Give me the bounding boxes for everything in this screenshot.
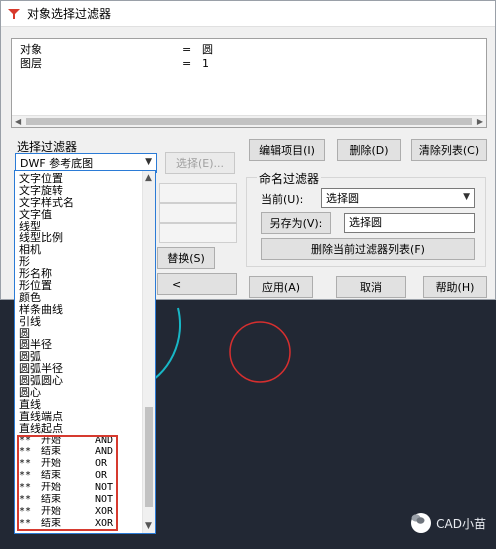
dropdown-item[interactable]: 样条曲线 <box>15 304 143 316</box>
z-value-field[interactable] <box>159 223 237 243</box>
scroll-left-icon[interactable]: ◀ <box>15 116 21 128</box>
dropdown-item[interactable]: 圆半径 <box>15 339 143 351</box>
dropdown-item[interactable]: 文字旋转 <box>15 185 143 197</box>
dropdown-item[interactable]: 圆弧 <box>15 351 143 363</box>
dropdown-item[interactable]: 相机 <box>15 244 143 256</box>
scroll-up-icon[interactable]: ▲ <box>145 173 152 183</box>
chevron-down-icon[interactable]: ▼ <box>145 157 152 167</box>
dropdown-item[interactable]: 圆心 <box>15 387 143 399</box>
edit-item-button[interactable]: 编辑项目(I) <box>249 139 325 161</box>
dropdown-item[interactable]: 直线端点 <box>15 411 143 423</box>
help-button[interactable]: 帮助(H) <box>423 276 487 298</box>
scroll-right-icon[interactable]: ▶ <box>477 116 483 128</box>
dropdown-item[interactable]: 颜色 <box>15 292 143 304</box>
current-filter-combo[interactable]: 选择圆 ▼ <box>321 188 475 208</box>
dropdown-item[interactable]: 直线 <box>15 399 143 411</box>
filter-row[interactable]: 对象 = 圆 <box>12 43 486 57</box>
filter-row[interactable]: 图层 = 1 <box>12 57 486 71</box>
dropdown-item[interactable]: 形名称 <box>15 268 143 280</box>
save-as-name-input[interactable]: 选择圆 <box>344 213 475 233</box>
named-filter-label: 命名过滤器 <box>257 170 322 187</box>
dropdown-item[interactable]: 引线 <box>15 316 143 328</box>
scroll-thumb[interactable] <box>26 118 472 125</box>
clear-list-button[interactable]: 清除列表(C) <box>411 139 487 161</box>
horizontal-scrollbar[interactable]: ◀ ▶ <box>12 115 486 127</box>
scroll-down-icon[interactable]: ▼ <box>145 521 152 531</box>
dropdown-item[interactable]: 圆弧半径 <box>15 363 143 375</box>
add-to-list-button[interactable]: < <box>157 273 237 295</box>
red-circle <box>229 321 291 383</box>
chevron-down-icon[interactable]: ▼ <box>463 192 470 202</box>
watermark-text: CAD小苗 <box>436 516 486 531</box>
replace-button[interactable]: 替换(S) <box>157 247 215 269</box>
logic-operators-highlight <box>17 435 118 531</box>
window-title: 对象选择过滤器 <box>27 7 112 21</box>
wechat-icon <box>411 513 432 533</box>
save-as-button[interactable]: 另存为(V): <box>261 212 331 234</box>
select-button[interactable]: 选择(E)... <box>165 152 235 174</box>
dropdown-item[interactable]: 文字样式名 <box>15 197 143 209</box>
dropdown-item[interactable]: 线型比例 <box>15 232 143 244</box>
filter-list[interactable]: 对象 = 圆 图层 = 1 ◀ ▶ <box>11 38 487 128</box>
current-label: 当前(U): <box>261 193 304 206</box>
delete-current-filter-list-button[interactable]: 删除当前过滤器列表(F) <box>261 238 475 260</box>
dropdown-item[interactable]: 直线起点 <box>15 423 143 435</box>
delete-button[interactable]: 删除(D) <box>337 139 401 161</box>
cancel-button[interactable]: 取消 <box>336 276 406 298</box>
dropdown-item[interactable]: 圆弧圆心 <box>15 375 143 387</box>
y-value-field[interactable] <box>159 203 237 223</box>
filter-app-icon <box>8 8 20 19</box>
scroll-thumb[interactable] <box>145 407 153 507</box>
dropdown-item[interactable]: 圆 <box>15 328 143 340</box>
dropdown-item[interactable]: 形 <box>15 256 143 268</box>
apply-button[interactable]: 应用(A) <box>249 276 313 298</box>
dropdown-item[interactable]: 文字值 <box>15 209 143 221</box>
dropdown-item[interactable]: 线型 <box>15 221 143 233</box>
watermark: CAD小苗 <box>411 513 486 533</box>
title-bar: 对象选择过滤器 <box>1 1 495 27</box>
dropdown-item[interactable]: 形位置 <box>15 280 143 292</box>
x-value-field[interactable] <box>159 183 237 203</box>
dropdown-item[interactable]: 文字位置 <box>15 173 143 185</box>
vertical-scrollbar[interactable]: ▲ ▼ <box>142 171 155 533</box>
